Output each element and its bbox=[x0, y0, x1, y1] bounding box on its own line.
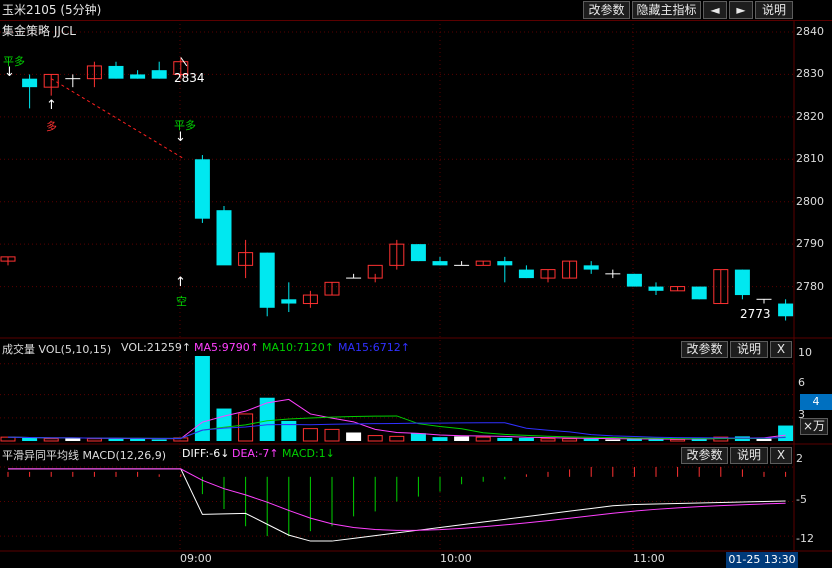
volume-bar bbox=[151, 439, 167, 441]
volume-bar bbox=[540, 438, 556, 442]
price-axis-label: 2830 bbox=[796, 67, 824, 80]
volume-axis-label: 6 bbox=[798, 376, 805, 389]
volume-bar bbox=[562, 438, 578, 442]
candle-body bbox=[432, 261, 448, 266]
volume-bar bbox=[194, 356, 210, 441]
low-price-label: 2773 bbox=[740, 307, 771, 321]
volume-bar bbox=[86, 438, 102, 442]
volume-bar bbox=[605, 439, 621, 441]
price-axis-label: 2790 bbox=[796, 237, 824, 250]
chart-window: 玉米2105 (5分钟) 改参数 隐藏主指标 ◄ ► 说明 集金策略 JJCL … bbox=[0, 0, 832, 568]
volume-bar bbox=[648, 439, 664, 441]
candle-body bbox=[130, 74, 146, 79]
candle-body bbox=[281, 299, 297, 304]
volume-bar bbox=[259, 397, 275, 441]
volume-axis-label: 10 bbox=[798, 346, 812, 359]
volume-ma15-value: MA15:6712↑ bbox=[338, 341, 410, 354]
macd-close-button[interactable]: X bbox=[770, 447, 792, 464]
volume-bar bbox=[389, 435, 405, 442]
volume-bar bbox=[518, 437, 534, 441]
arrow-up-icon: ↑ bbox=[46, 98, 57, 113]
volume-bar bbox=[22, 437, 38, 441]
candle-body bbox=[151, 70, 167, 79]
candle-body bbox=[626, 273, 642, 287]
volume-value: VOL:21259↑ bbox=[121, 341, 192, 354]
candle-body bbox=[22, 78, 38, 88]
price-axis-label: 2810 bbox=[796, 152, 824, 165]
arrow-down-icon: ↓ bbox=[4, 65, 15, 80]
grid-lines bbox=[0, 20, 832, 552]
high-price-label: 2834 bbox=[174, 71, 205, 85]
arrow-up-icon: ↑ bbox=[175, 275, 186, 290]
chart-canvas[interactable] bbox=[0, 0, 832, 568]
price-axis-label: 2820 bbox=[796, 110, 824, 123]
volume-bar bbox=[778, 425, 794, 441]
signal-short-label: 空 bbox=[176, 295, 187, 308]
volume-close-button[interactable]: X bbox=[770, 341, 792, 358]
volume-bar bbox=[302, 428, 318, 442]
candle-body bbox=[583, 265, 599, 270]
price-axis-label: 2800 bbox=[796, 195, 824, 208]
time-axis-label: 10:00 bbox=[440, 552, 472, 565]
candle-body bbox=[734, 269, 750, 296]
volume-ma5-value: MA5:9790↑ bbox=[194, 341, 259, 354]
time-axis-label: 09:00 bbox=[180, 552, 212, 565]
candlesticks bbox=[0, 57, 794, 321]
candle-body bbox=[194, 159, 210, 219]
macd-axis-label: 2 bbox=[796, 452, 803, 465]
volume-bar bbox=[432, 437, 448, 441]
time-axis-label: 11:00 bbox=[633, 552, 665, 565]
volume-bar bbox=[475, 436, 491, 442]
volume-bar bbox=[324, 428, 340, 442]
candle-body bbox=[691, 286, 707, 300]
candle-body bbox=[518, 269, 534, 279]
volume-bar bbox=[108, 438, 124, 441]
signal-long-label: 多 bbox=[46, 120, 57, 133]
macd-axis-label: -12 bbox=[796, 532, 814, 545]
volume-help-button[interactable]: 说明 bbox=[730, 341, 768, 358]
volume-bar bbox=[497, 437, 513, 441]
candle-body bbox=[648, 286, 664, 291]
volume-bars bbox=[0, 356, 794, 442]
macd-change-params-button[interactable]: 改参数 bbox=[681, 447, 728, 464]
macd-title: 平滑异同平均线 MACD(12,26,9) bbox=[2, 449, 167, 462]
volume-change-params-button[interactable]: 改参数 bbox=[681, 341, 728, 358]
candle-body bbox=[108, 65, 124, 79]
volume-unit-button[interactable]: ×万 bbox=[800, 418, 828, 435]
volume-title: 成交量 VOL(5,10,15) bbox=[2, 343, 112, 356]
price-axis-label: 2780 bbox=[796, 280, 824, 293]
volume-bar bbox=[410, 433, 426, 441]
volume-bar bbox=[216, 408, 232, 441]
macd-diff-value: DIFF:-6↓ bbox=[182, 447, 230, 460]
volume-current-badge: 4 bbox=[800, 394, 832, 410]
volume-ma5-line bbox=[7, 398, 786, 440]
volume-bar bbox=[43, 438, 59, 442]
current-time-box: 01-25 13:30 bbox=[726, 552, 798, 568]
volume-bar bbox=[583, 438, 599, 441]
signal-trend-line bbox=[50, 78, 186, 160]
macd-axis-label: -5 bbox=[796, 493, 807, 506]
candle-body bbox=[259, 252, 275, 308]
macd-dea-value: DEA:-7↑ bbox=[232, 447, 279, 460]
volume-ma10-value: MA10:7120↑ bbox=[262, 341, 334, 354]
volume-bar bbox=[670, 438, 686, 442]
arrow-down-icon: ↓ bbox=[175, 130, 186, 145]
candle-body bbox=[216, 210, 232, 266]
volume-bar bbox=[756, 438, 772, 441]
price-axis-label: 2840 bbox=[796, 25, 824, 38]
volume-ma-lines bbox=[7, 398, 786, 440]
volume-ma10-line bbox=[7, 415, 786, 440]
candle-body bbox=[410, 244, 426, 262]
volume-bar bbox=[367, 435, 383, 442]
strategy-label: 集金策略 JJCL bbox=[2, 24, 76, 38]
macd-value: MACD:1↓ bbox=[282, 447, 335, 460]
candle-body bbox=[497, 261, 513, 266]
volume-bar bbox=[454, 436, 470, 441]
volume-bar bbox=[346, 432, 362, 441]
macd-help-button[interactable]: 说明 bbox=[730, 447, 768, 464]
volume-bar bbox=[281, 420, 297, 441]
candle-body bbox=[778, 303, 794, 317]
